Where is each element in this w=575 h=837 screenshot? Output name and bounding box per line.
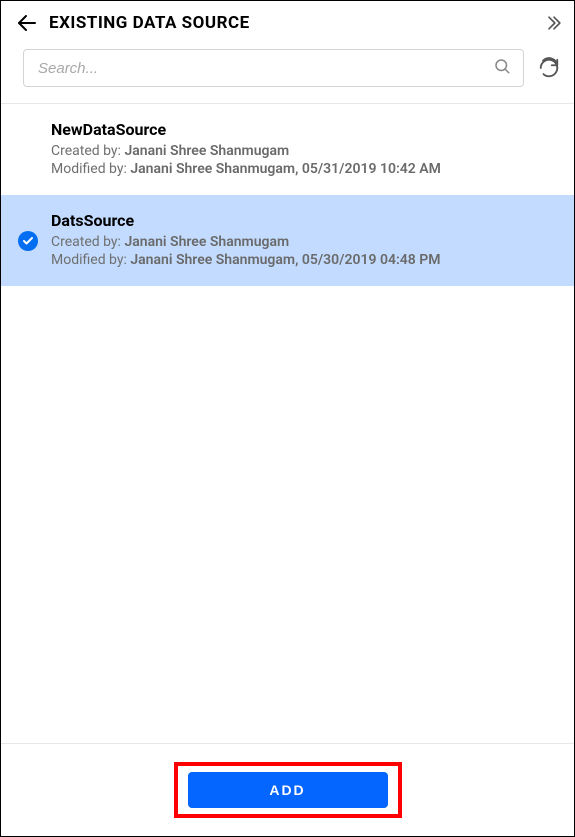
- search-row: [1, 39, 574, 104]
- chevron-right-double-icon[interactable]: [544, 13, 564, 33]
- created-by-line: Created by: Janani Shree Shanmugam: [51, 234, 560, 250]
- add-button[interactable]: ADD: [188, 772, 388, 808]
- back-icon[interactable]: [15, 11, 39, 35]
- data-source-list: NewDataSource Created by: Janani Shree S…: [1, 104, 574, 743]
- list-item[interactable]: DatsSource Created by: Janani Shree Shan…: [1, 195, 574, 286]
- search-icon[interactable]: [493, 57, 511, 79]
- selection-indicator: [15, 231, 41, 251]
- panel-title: EXISTING DATA SOURCE: [49, 13, 250, 33]
- modified-by-line: Modified by: Janani Shree Shanmugam, 05/…: [51, 161, 560, 177]
- data-source-name: DatsSource: [51, 211, 560, 230]
- search-box[interactable]: [23, 49, 524, 87]
- search-input[interactable]: [36, 59, 493, 78]
- footer: ADD: [1, 743, 574, 836]
- panel-header: EXISTING DATA SOURCE: [1, 1, 574, 39]
- data-source-name: NewDataSource: [51, 120, 560, 139]
- check-icon: [18, 231, 38, 251]
- created-by-line: Created by: Janani Shree Shanmugam: [51, 143, 560, 159]
- modified-by-line: Modified by: Janani Shree Shanmugam, 05/…: [51, 252, 560, 268]
- refresh-icon[interactable]: [538, 57, 560, 79]
- list-item[interactable]: NewDataSource Created by: Janani Shree S…: [1, 104, 574, 195]
- add-button-highlight: ADD: [174, 762, 402, 818]
